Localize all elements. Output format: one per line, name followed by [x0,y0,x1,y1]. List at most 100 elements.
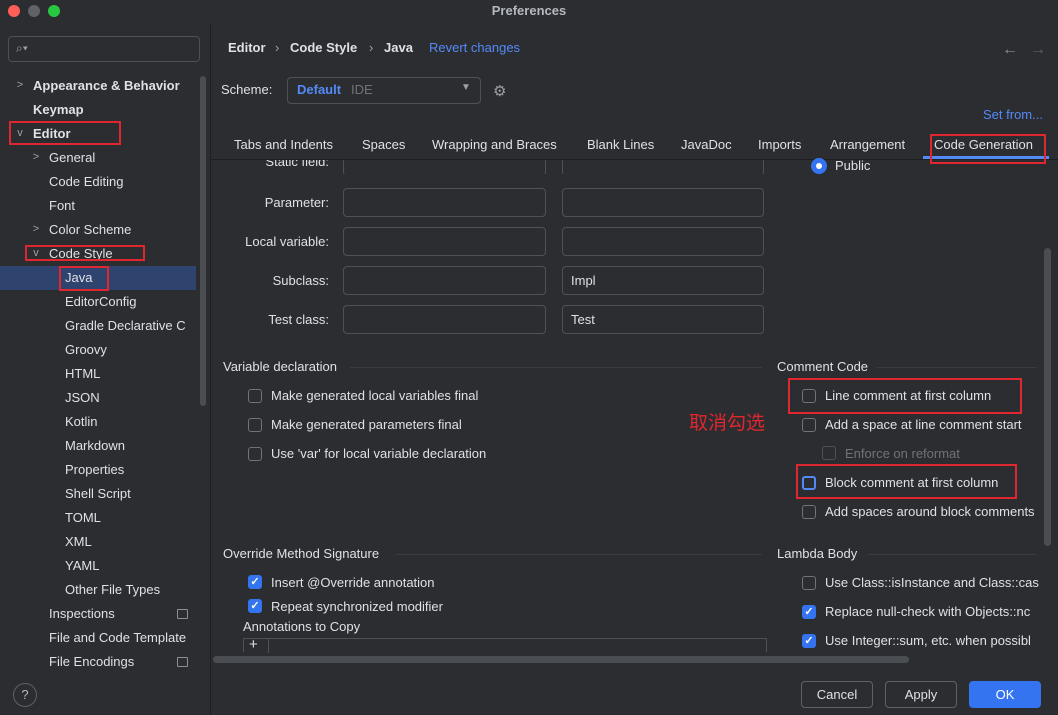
sidebar-item-font[interactable]: Font [49,194,75,218]
window-title: Preferences [491,3,567,18]
breadcrumb-separator: › [369,40,374,55]
replace-null-check-label: Replace null-check with Objects::nc [825,604,1031,619]
tab-tabs-and-indents[interactable]: Tabs and Indents [234,137,333,152]
tab-imports[interactable]: Imports [758,137,801,152]
enforce-on-reformat-checkbox[interactable] [822,446,836,460]
subclass-label: Subclass: [272,273,329,288]
cancel-button[interactable]: Cancel [801,681,873,708]
highlight-box-code-style [25,245,145,261]
section-divider [877,367,1037,368]
test-class-suffix-input[interactable]: Test [562,305,764,334]
visibility-public-label: Public [835,158,871,173]
vertical-scrollbar[interactable] [1044,248,1051,546]
tab-spaces[interactable]: Spaces [362,137,405,152]
sidebar-item-keymap[interactable]: Keymap [33,98,84,122]
chevron-right-icon[interactable]: > [29,151,43,163]
sidebar-item-general[interactable]: General [49,146,95,170]
highlight-box-editor [9,121,121,145]
local-variable-prefix-input[interactable] [343,227,546,256]
sidebar-item-appearance[interactable]: Appearance & Behavior [33,74,180,98]
breadcrumb-java: Java [384,40,413,55]
section-divider [350,367,762,368]
override-method-title: Override Method Signature [223,546,380,561]
forward-arrow-icon[interactable]: → [1030,41,1046,59]
chevron-down-icon: ▼ [461,82,471,93]
parameter-suffix-input[interactable] [562,188,764,217]
back-arrow-icon[interactable]: ← [1002,41,1018,59]
radio-dot [816,163,822,169]
horizontal-scrollbar[interactable] [213,656,909,663]
local-variables-final-checkbox[interactable] [248,389,262,403]
line-comment-space-checkbox[interactable] [802,418,816,432]
use-var-label: Use 'var' for local variable declaration [271,446,487,461]
apply-button[interactable]: Apply [885,681,957,708]
sidebar-scrollbar[interactable] [200,76,206,406]
sidebar-item-gradle-declarative[interactable]: Gradle Declarative C [65,314,187,338]
lambda-body-title: Lambda Body [777,546,858,561]
local-variable-suffix-input[interactable] [562,227,764,256]
sidebar-item-file-templates[interactable]: File and Code Template [49,626,187,650]
sidebar-item-properties[interactable]: Properties [65,458,124,482]
line-comment-space-label: Add a space at line comment start [825,417,1022,432]
sidebar-item-editorconfig[interactable]: EditorConfig [65,290,137,314]
repeat-synchronized-label: Repeat synchronized modifier [271,599,443,614]
help-icon[interactable]: ? [13,683,37,707]
annotation-text: 取消勾选 [689,413,766,434]
static-field-row: Static field: [210,160,1058,174]
subclass-prefix-input[interactable] [343,266,546,295]
breadcrumb-code-style[interactable]: Code Style [290,40,357,55]
ok-button[interactable]: OK [969,681,1041,708]
sidebar-item-shell-script[interactable]: Shell Script [65,482,131,506]
revert-changes-link[interactable]: Revert changes [429,40,520,55]
tab-javadoc[interactable]: JavaDoc [681,137,732,152]
insert-override-checkbox[interactable]: ✓ [248,575,262,589]
block-comment-spaces-checkbox[interactable] [802,505,816,519]
sidebar-item-markdown[interactable]: Markdown [65,434,125,458]
project-scope-icon [177,609,188,619]
highlight-box-block-comment [796,464,1017,499]
chevron-right-icon[interactable]: > [29,223,43,235]
gear-icon[interactable]: ⚙ [493,82,506,100]
subclass-suffix-input[interactable]: Impl [562,266,764,295]
class-isinstance-checkbox[interactable] [802,576,816,590]
tab-arrangement[interactable]: Arrangement [830,137,905,152]
replace-null-check-checkbox[interactable]: ✓ [802,605,816,619]
sidebar-item-file-encodings[interactable]: File Encodings [49,650,134,674]
integer-sum-label: Use Integer::sum, etc. when possibl [825,633,1031,648]
parameter-prefix-input[interactable] [343,188,546,217]
sidebar-item-yaml[interactable]: YAML [65,554,99,578]
sidebar-item-color-scheme[interactable]: Color Scheme [49,218,131,242]
sidebar-item-other-file-types[interactable]: Other File Types [65,578,160,602]
sidebar-item-json[interactable]: JSON [65,386,100,410]
annotations-table[interactable]: + [243,637,767,653]
breadcrumb-editor[interactable]: Editor [228,40,266,55]
static-field-prefix-input[interactable] [343,160,546,174]
static-field-suffix-input[interactable] [562,160,764,174]
tab-blank-lines[interactable]: Blank Lines [587,137,654,152]
sidebar-item-groovy[interactable]: Groovy [65,338,107,362]
use-var-checkbox[interactable] [248,447,262,461]
tab-wrapping-and-braces[interactable]: Wrapping and Braces [432,137,557,152]
sidebar-item-html[interactable]: HTML [65,362,100,386]
parameters-final-checkbox[interactable] [248,418,262,432]
class-isinstance-label: Use Class::isInstance and Class::cas [825,575,1039,590]
sidebar-item-kotlin[interactable]: Kotlin [65,410,98,434]
annotations-to-copy-label: Annotations to Copy [243,619,361,634]
sidebar-item-toml[interactable]: TOML [65,506,101,530]
sidebar-item-code-editing[interactable]: Code Editing [49,170,123,194]
section-divider [395,554,762,555]
add-icon[interactable]: + [249,637,258,652]
search-icon: ⌕▾ [16,41,28,55]
sidebar-item-xml[interactable]: XML [65,530,92,554]
repeat-synchronized-checkbox[interactable]: ✓ [248,599,262,613]
chevron-right-icon[interactable]: > [13,79,27,91]
search-input[interactable]: ⌕▾ [8,36,200,62]
set-from-link[interactable]: Set from... [983,107,1043,122]
comment-code-title: Comment Code [777,359,869,374]
breadcrumb-separator: › [275,40,280,55]
table-divider [268,639,269,653]
test-class-prefix-input[interactable] [343,305,546,334]
scheme-type: IDE [351,82,373,97]
integer-sum-checkbox[interactable]: ✓ [802,634,816,648]
sidebar-item-inspections[interactable]: Inspections [49,602,115,626]
